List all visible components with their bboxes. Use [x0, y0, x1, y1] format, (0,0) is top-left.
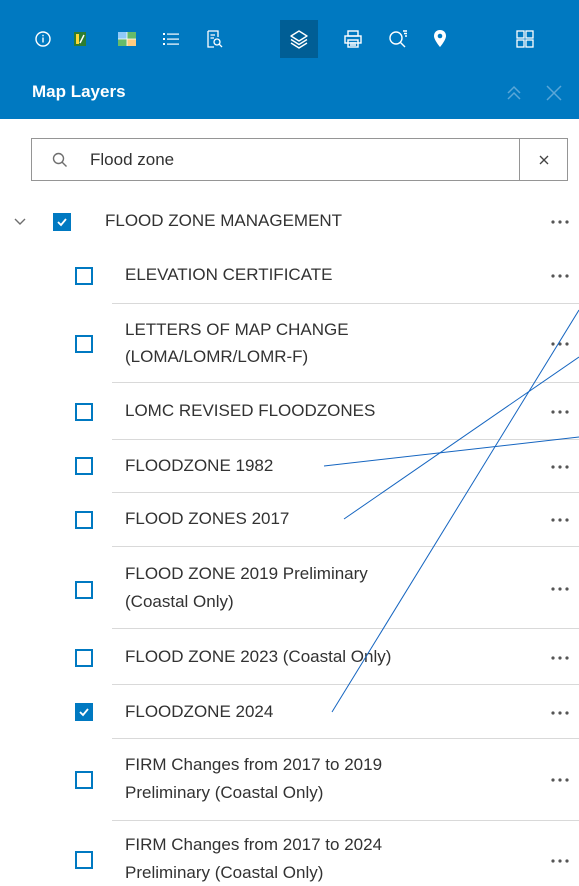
- layer-label-line2: (LOMA/LOMR/LOMR-F): [125, 347, 309, 366]
- layer-row[interactable]: LOMC REVISED FLOODZONES: [0, 383, 579, 440]
- print-icon: [344, 30, 362, 48]
- legend-icon: [74, 32, 86, 46]
- layer-row[interactable]: ELEVATION CERTIFICATE: [0, 246, 579, 304]
- layer-checkbox[interactable]: [75, 403, 93, 421]
- more-options-icon: [551, 342, 569, 346]
- collapse-button[interactable]: [501, 80, 527, 106]
- close-button[interactable]: [541, 80, 567, 106]
- layer-row[interactable]: FLOOD ZONES 2017: [0, 493, 579, 547]
- layer-row[interactable]: FLOOD ZONE 2023 (Coastal Only): [0, 629, 579, 685]
- layer-label: FIRM Changes from 2017 to 2019: [125, 755, 383, 774]
- layer-label: LOMC REVISED FLOODZONES: [125, 401, 376, 420]
- layer-row[interactable]: FIRM Changes from 2017 to 2019 Prelimina…: [0, 739, 579, 821]
- more-options-icon: [551, 859, 569, 863]
- layer-row[interactable]: FLOOD ZONE 2019 Preliminary (Coastal Onl…: [0, 547, 579, 629]
- more-options-icon: [551, 465, 569, 469]
- layer-label: FLOODZONE 2024: [125, 702, 274, 721]
- layer-options-button[interactable]: [549, 510, 571, 530]
- layer-options-button[interactable]: [549, 770, 571, 790]
- layer-options-button[interactable]: [549, 579, 571, 599]
- layer-options-button[interactable]: [549, 334, 571, 354]
- layer-checkbox[interactable]: [75, 771, 93, 789]
- layer-group-row[interactable]: FLOOD ZONE MANAGEMENT: [0, 198, 579, 246]
- query-icon: [389, 30, 407, 48]
- more-options-icon: [551, 587, 569, 591]
- basemap-icon: [118, 32, 136, 46]
- more-options-icon: [551, 274, 569, 278]
- layer-checkbox[interactable]: [75, 703, 93, 721]
- layer-checkbox[interactable]: [75, 581, 93, 599]
- legend-button[interactable]: [61, 20, 99, 58]
- basemap-button[interactable]: [108, 20, 146, 58]
- layer-label: FLOOD ZONE 2019 Preliminary: [125, 564, 368, 583]
- panel-title: Map Layers: [32, 82, 126, 101]
- layer-checkbox[interactable]: [75, 267, 93, 285]
- layer-options-button[interactable]: [549, 703, 571, 723]
- double-chevron-up-icon: [507, 85, 521, 100]
- layer-checkbox[interactable]: [75, 511, 93, 529]
- app-grid-icon: [516, 30, 534, 48]
- layer-label-line2: Preliminary (Coastal Only): [125, 783, 324, 802]
- layer-row[interactable]: FLOODZONE 2024: [0, 685, 579, 739]
- layer-options-button[interactable]: [549, 266, 571, 286]
- clear-search-button[interactable]: [519, 139, 567, 180]
- layer-label: LETTERS OF MAP CHANGE: [125, 320, 349, 339]
- info-icon: [35, 31, 51, 47]
- search-document-button[interactable]: [195, 20, 233, 58]
- layer-label-line2: Preliminary (Coastal Only): [125, 863, 324, 882]
- close-icon: [539, 155, 548, 164]
- list-icon: [163, 33, 179, 45]
- query-button[interactable]: [379, 20, 417, 58]
- layer-row[interactable]: FLOODZONE 1982: [0, 440, 579, 493]
- more-options-icon: [551, 410, 569, 414]
- layers-button[interactable]: [280, 20, 318, 58]
- more-options-icon: [551, 518, 569, 522]
- layer-options-button[interactable]: [549, 457, 571, 477]
- search-icon: [52, 152, 67, 167]
- layer-label: FLOOD ZONES 2017: [125, 509, 290, 528]
- layer-checkbox[interactable]: [75, 851, 93, 869]
- search-input[interactable]: [90, 140, 520, 179]
- group-label: FLOOD ZONE MANAGEMENT: [105, 211, 343, 230]
- layer-options-button[interactable]: [549, 851, 571, 871]
- panel-header: Map Layers: [0, 65, 579, 119]
- more-options-icon: [551, 778, 569, 782]
- location-button[interactable]: [421, 20, 459, 58]
- layer-label-line2: (Coastal Only): [125, 592, 234, 611]
- more-options-icon: [551, 656, 569, 660]
- check-icon: [57, 218, 67, 227]
- layer-search: [31, 138, 568, 181]
- layers-icon: [290, 30, 308, 49]
- app-grid-button[interactable]: [506, 20, 544, 58]
- layer-label: ELEVATION CERTIFICATE: [125, 265, 333, 284]
- more-options-icon: [551, 220, 569, 224]
- layer-row[interactable]: LETTERS OF MAP CHANGE (LOMA/LOMR/LOMR-F): [0, 304, 579, 383]
- location-pin-icon: [434, 30, 446, 47]
- layer-label: FLOODZONE 1982: [125, 456, 274, 475]
- layer-checkbox[interactable]: [75, 649, 93, 667]
- search-document-icon: [207, 30, 223, 48]
- layer-checkbox[interactable]: [75, 335, 93, 353]
- layer-options-button[interactable]: [549, 648, 571, 668]
- layer-label: FIRM Changes from 2017 to 2024: [125, 835, 383, 854]
- layer-row[interactable]: FIRM Changes from 2017 to 2024 Prelimina…: [0, 821, 579, 886]
- more-options-icon: [551, 711, 569, 715]
- layer-options-button[interactable]: [549, 402, 571, 422]
- check-icon: [79, 708, 89, 717]
- close-icon: [546, 85, 562, 101]
- group-checkbox[interactable]: [53, 213, 71, 231]
- list-button[interactable]: [152, 20, 190, 58]
- print-button[interactable]: [334, 20, 372, 58]
- layer-label: FLOOD ZONE 2023 (Coastal Only): [125, 647, 392, 666]
- info-button[interactable]: [24, 20, 62, 58]
- layer-checkbox[interactable]: [75, 457, 93, 475]
- group-options-button[interactable]: [549, 212, 571, 232]
- chevron-down-icon[interactable]: [13, 217, 27, 227]
